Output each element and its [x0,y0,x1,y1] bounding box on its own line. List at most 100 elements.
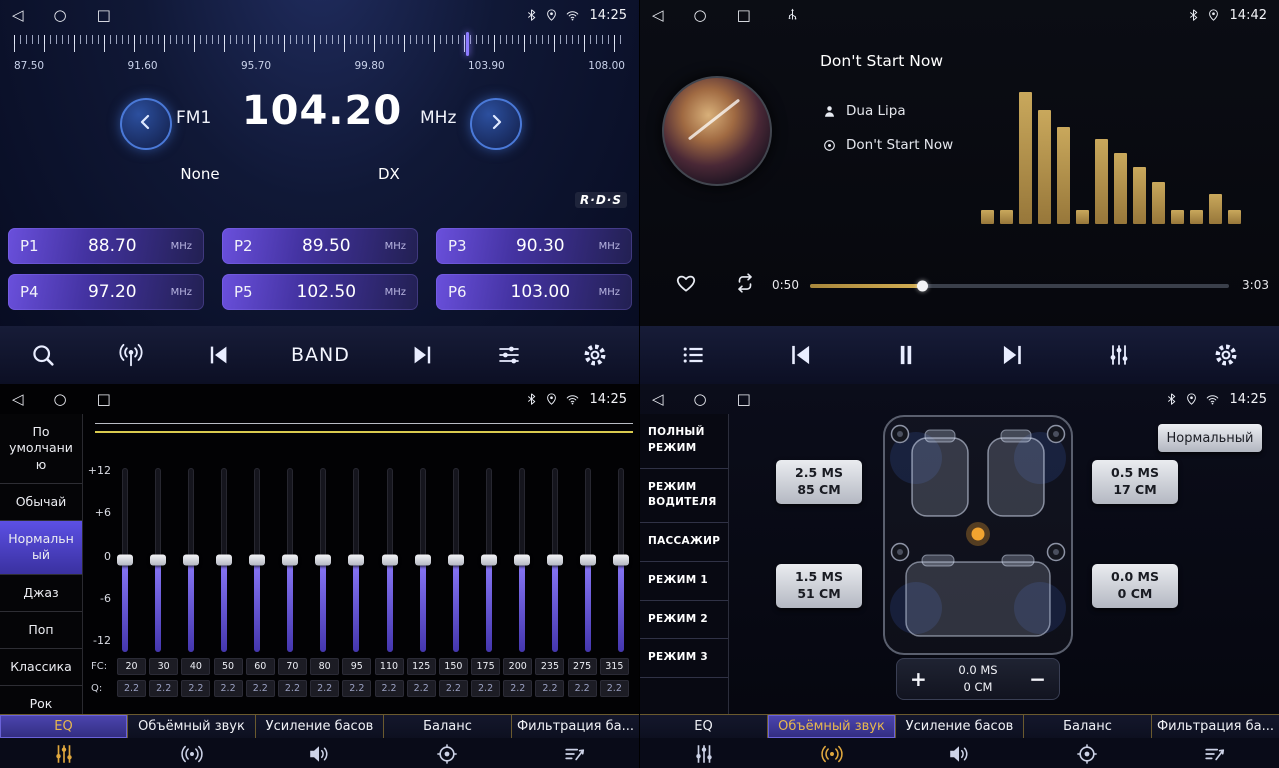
next-track-button[interactable] [1000,342,1026,368]
scan-button[interactable] [30,342,56,368]
home-icon[interactable]: ○ [694,384,707,414]
seek-knob[interactable] [917,281,928,292]
tab-eq[interactable]: EQ [640,715,768,738]
signal-mode-label: None [168,165,232,183]
tab-eq[interactable]: EQ [0,715,128,738]
eq-band-slider[interactable] [117,468,133,652]
home-icon[interactable]: ○ [694,0,707,30]
preset-p3[interactable]: P3 90.30 MHz [436,228,632,264]
pause-button[interactable] [893,342,919,368]
broadcast-button[interactable] [117,342,145,368]
eq-band-slider[interactable] [415,468,431,652]
next-station-button[interactable] [411,343,435,367]
q-value: 2.2 [407,680,436,697]
mode-passenger[interactable]: ПАССАЖИР [640,523,728,562]
decrease-delay-button[interactable]: − [1029,669,1046,689]
rear-right-delay[interactable]: 0.0 MS 0 CM [1092,564,1178,608]
eq-tab-icon[interactable] [0,743,128,765]
balance-tab-icon[interactable] [383,743,511,765]
preset-p4[interactable]: P4 97.20 MHz [8,274,204,310]
eq-band-slider[interactable] [580,468,596,652]
tab-filter[interactable]: Фильтрация ба... [1152,715,1279,738]
tab-balance[interactable]: Баланс [1024,715,1152,738]
eq-band-slider[interactable] [150,468,166,652]
eq-band-slider[interactable] [448,468,464,652]
recents-icon[interactable]: □ [97,384,111,414]
preset-p1[interactable]: P1 88.70 MHz [8,228,204,264]
eq-band-slider[interactable] [382,468,398,652]
eq-band-slider[interactable] [547,468,563,652]
eq-preset-default[interactable]: По умолчанию [0,414,82,484]
eq-band-slider[interactable] [348,468,364,652]
tuner-scale[interactable] [14,35,625,56]
eq-preset-pop[interactable]: Поп [0,612,82,649]
home-icon[interactable]: ○ [54,384,67,414]
recents-icon[interactable]: □ [97,0,111,30]
eq-band-slider[interactable] [249,468,265,652]
settings-button[interactable] [582,342,608,368]
eq-band-slider[interactable] [216,468,232,652]
rear-left-delay[interactable]: 1.5 MS 51 CM [776,564,862,608]
recents-icon[interactable]: □ [737,0,751,30]
playlist-button[interactable] [680,343,706,367]
chevron-right-icon [486,112,506,136]
tab-bass-boost[interactable]: Усиление басов [896,715,1024,738]
filter-tab-icon[interactable] [1151,743,1279,765]
eq-preset-classic[interactable]: Классика [0,649,82,686]
eq-band-slider[interactable] [183,468,199,652]
tab-balance[interactable]: Баланс [384,715,512,738]
increase-delay-button[interactable]: + [910,669,927,689]
mode-3[interactable]: РЕЖИМ 3 [640,639,728,678]
eq-band-slider[interactable] [514,468,530,652]
tune-down-button[interactable] [120,98,172,150]
eq-preset-jazz[interactable]: Джаз [0,575,82,612]
seek-bar[interactable] [810,284,1229,288]
mode-1[interactable]: РЕЖИМ 1 [640,562,728,601]
previous-station-button[interactable] [206,343,230,367]
mode-driver[interactable]: РЕЖИМ ВОДИТЕЛЯ [640,469,728,524]
front-right-delay[interactable]: 0.5 MS 17 CM [1092,460,1178,504]
tab-surround[interactable]: Объёмный звук [768,715,896,738]
bass-boost-tab-icon[interactable] [896,743,1024,765]
previous-track-button[interactable] [787,342,813,368]
settings-button[interactable] [1213,342,1239,368]
tab-bass-boost[interactable]: Усиление басов [256,715,384,738]
eq-band-slider[interactable] [282,468,298,652]
balance-tab-icon[interactable] [1023,743,1151,765]
back-icon[interactable]: ◁ [12,0,24,30]
tab-surround[interactable]: Объёмный звук [128,715,256,738]
favorite-button[interactable] [674,272,698,294]
preset-p6[interactable]: P6 103.00 MHz [436,274,632,310]
mode-2[interactable]: РЕЖИМ 2 [640,601,728,640]
surround-tab-icon[interactable] [768,743,896,765]
surround-tab-icon[interactable] [128,743,256,765]
sound-preset-button[interactable]: Нормальный [1158,424,1262,452]
repeat-button[interactable] [732,272,758,294]
eq-band-slider[interactable] [613,468,629,652]
bass-boost-tab-icon[interactable] [256,743,384,765]
eq-band-slider[interactable] [481,468,497,652]
back-icon[interactable]: ◁ [652,384,664,414]
tab-filter[interactable]: Фильтрация ба... [512,715,639,738]
back-icon[interactable]: ◁ [652,0,664,30]
tune-up-button[interactable] [470,98,522,150]
recents-icon[interactable]: □ [737,384,751,414]
home-icon[interactable]: ○ [54,0,67,30]
eq-tab-icon[interactable] [640,743,768,765]
equalizer-button[interactable] [1106,343,1132,367]
filter-tab-icon[interactable] [511,743,639,765]
front-left-delay[interactable]: 2.5 MS 85 CM [776,460,862,504]
band-button[interactable]: BAND [291,344,350,366]
clock: 14:42 [1230,8,1267,23]
tuner-needle[interactable] [466,32,469,56]
eq-preset-normal[interactable]: Нормальный [0,521,82,575]
mode-full[interactable]: ПОЛНЫЙ РЕЖИМ [640,414,728,469]
back-icon[interactable]: ◁ [12,384,24,414]
q-value: 2.2 [181,680,210,697]
eq-preset-custom[interactable]: Обычай [0,484,82,521]
fc-value: 275 [568,658,597,675]
eq-band-slider[interactable] [315,468,331,652]
preset-p2[interactable]: P2 89.50 MHz [222,228,418,264]
preset-p5[interactable]: P5 102.50 MHz [222,274,418,310]
equalizer-button[interactable] [496,343,522,367]
